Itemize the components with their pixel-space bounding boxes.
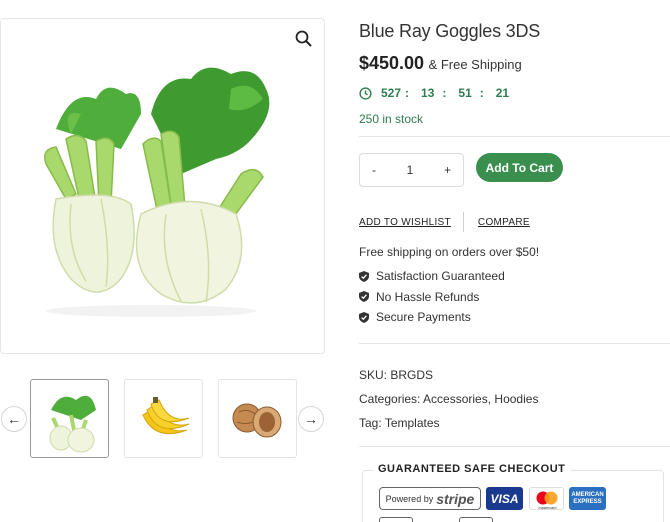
- sku-label: SKU:: [359, 368, 388, 382]
- arrow-right-icon[interactable]: →: [298, 406, 324, 432]
- product-actions: ADD TO WISHLIST COMPARE: [359, 212, 530, 232]
- product-price: $450.00: [359, 53, 425, 73]
- walnut-thumb-image: [232, 403, 282, 438]
- stripe-badge: Powered by stripe: [379, 487, 481, 510]
- tag-label: Tag:: [359, 416, 382, 430]
- safe-checkout-title: GUARANTEED SAFE CHECKOUT: [373, 463, 571, 475]
- feature-label: Satisfaction Guaranteed: [376, 269, 505, 284]
- quantity-stepper[interactable]: - 1 +: [359, 153, 464, 187]
- free-shipping-note: Free shipping on orders over $50!: [359, 245, 540, 259]
- quantity-value[interactable]: 1: [407, 163, 414, 177]
- divider: [359, 136, 670, 137]
- countdown-hours: 13: [421, 86, 435, 100]
- product-title: Blue Ray Goggles 3DS: [359, 21, 541, 41]
- feature-list: Satisfaction Guaranteed No Hassle Refund…: [359, 266, 505, 328]
- category-link-accessories[interactable]: Accessories: [423, 392, 488, 406]
- payment-card-logo: [379, 517, 413, 522]
- category-link-hoodies[interactable]: Hoodies: [494, 392, 538, 406]
- stripe-prefix: Powered by: [385, 493, 434, 504]
- visa-logo: VISA: [486, 487, 523, 510]
- thumbnail-fennel[interactable]: [30, 379, 109, 458]
- amex-logo: AMERICAN EXPRESS: [569, 487, 606, 510]
- compare-link[interactable]: COMPARE: [478, 217, 530, 228]
- categories-label: Categories:: [359, 392, 421, 406]
- divider: [462, 212, 464, 232]
- banana-thumb-image: [142, 397, 190, 435]
- fennel-image: [44, 67, 270, 317]
- stripe-logo: stripe: [436, 490, 475, 507]
- stock-status: 250 in stock: [359, 112, 424, 126]
- divider: [359, 446, 670, 447]
- amex-text-line1: AMERICAN: [571, 491, 604, 498]
- countdown-seconds: 21: [495, 86, 510, 100]
- shipping-label: & Free Shipping: [428, 57, 522, 72]
- countdown-separator: :: [479, 86, 484, 100]
- countdown-timer: 527 : 13 : 51 : 21: [359, 86, 509, 100]
- add-to-cart-button[interactable]: Add To Cart: [476, 153, 563, 182]
- shield-check-icon: [359, 270, 369, 282]
- tag-link-templates[interactable]: Templates: [385, 416, 440, 430]
- category-separator: ,: [487, 392, 492, 406]
- quantity-increase-button[interactable]: +: [444, 163, 451, 177]
- shield-check-icon: [359, 291, 369, 303]
- categories-row: Categories: Accessories, Hoodies: [359, 392, 538, 406]
- amex-text-line2: EXPRESS: [573, 498, 602, 505]
- zoom-icon[interactable]: [294, 29, 314, 49]
- list-item: Satisfaction Guaranteed: [359, 266, 505, 287]
- thumbnail-gallery: ← →: [0, 379, 325, 459]
- divider: [359, 343, 670, 344]
- add-to-wishlist-link[interactable]: ADD TO WISHLIST: [359, 217, 451, 228]
- tag-row: Tag: Templates: [359, 416, 440, 430]
- list-item: Secure Payments: [359, 307, 505, 328]
- countdown-minutes: 51: [458, 86, 472, 100]
- countdown-separator: :: [405, 86, 410, 100]
- quantity-decrease-button[interactable]: -: [372, 163, 376, 177]
- mastercard-text: mastercard: [539, 506, 557, 510]
- feature-label: No Hassle Refunds: [376, 289, 480, 304]
- shield-check-icon: [359, 311, 369, 323]
- countdown-days: 527: [381, 86, 402, 100]
- feature-label: Secure Payments: [376, 310, 471, 325]
- price-row: $450.00 & Free Shipping: [359, 53, 522, 74]
- payment-card-logo: [459, 517, 493, 522]
- sku-row: SKU: BRGDS: [359, 368, 433, 382]
- fennel-thumb-image: [49, 395, 96, 453]
- arrow-left-icon[interactable]: ←: [1, 406, 27, 432]
- clock-icon: [359, 86, 372, 100]
- thumbnail-banana[interactable]: [124, 379, 203, 458]
- list-item: No Hassle Refunds: [359, 287, 505, 308]
- mastercard-logo: mastercard: [529, 487, 564, 510]
- main-product-image[interactable]: [0, 18, 325, 354]
- mastercard-icon: mastercard: [536, 491, 558, 510]
- thumbnail-walnut[interactable]: [218, 379, 297, 458]
- sku-value: BRGDS: [390, 368, 434, 382]
- countdown-separator: :: [442, 86, 447, 100]
